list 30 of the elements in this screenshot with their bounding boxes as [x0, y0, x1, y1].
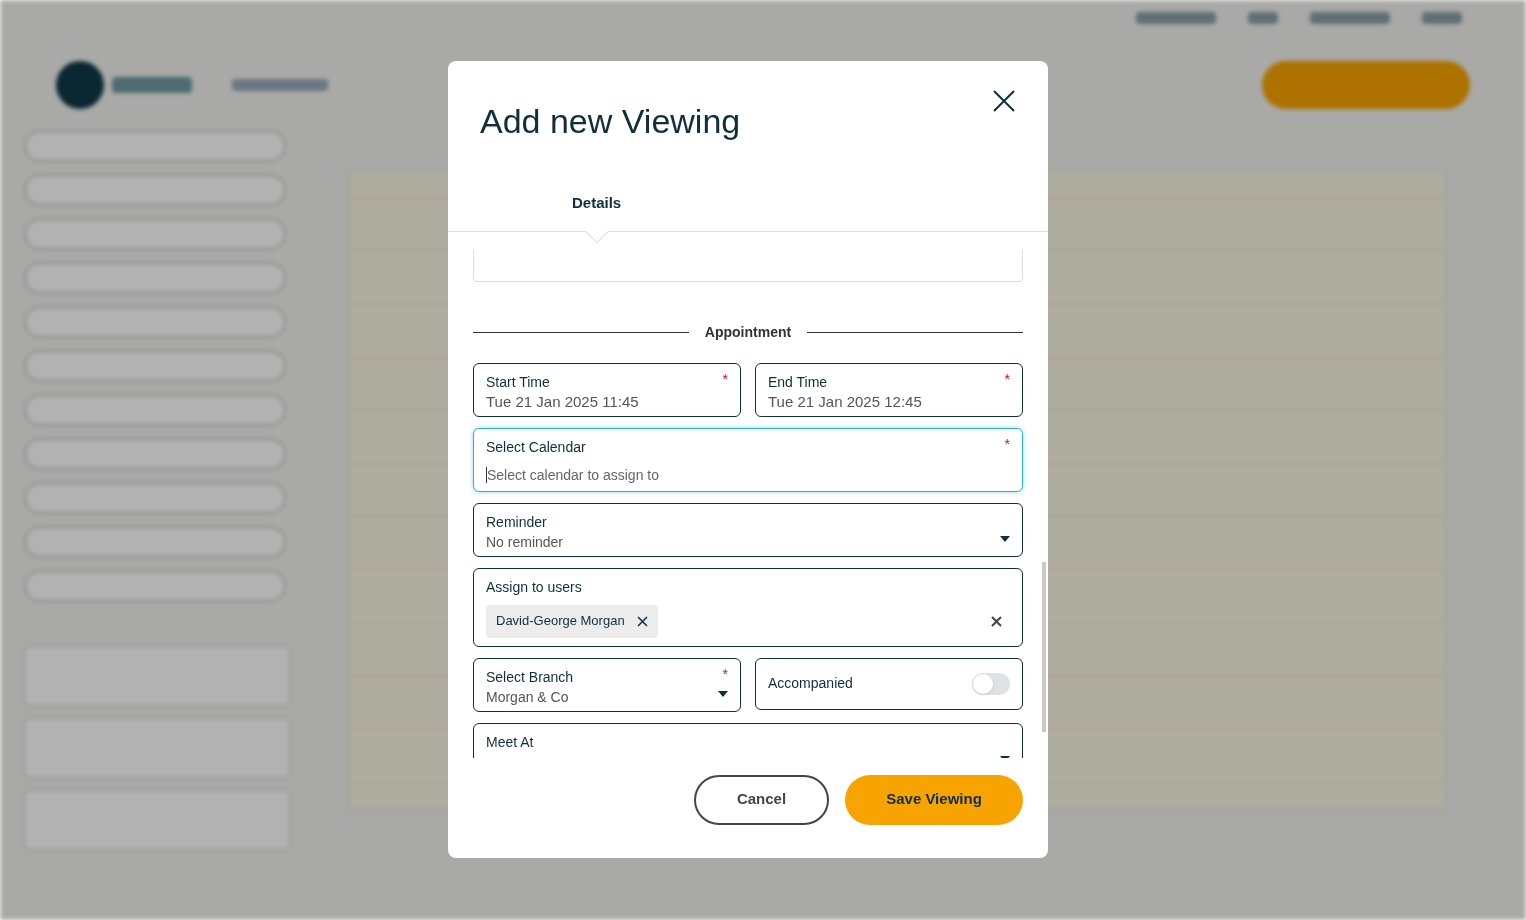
section-heading: Appointment	[704, 322, 792, 342]
field-value: Tue 21 Jan 2025 11:45	[486, 391, 639, 412]
field-label: Assign to users	[486, 577, 583, 597]
tab[interactable]: Details	[548, 192, 646, 231]
field-label: Select Branch	[486, 667, 574, 687]
select-field[interactable]: Reminder No reminder	[473, 502, 1023, 557]
date-time-field[interactable]: End Time * Tue 21 Jan 2025 12:45	[755, 362, 1023, 417]
field-label: End Time	[768, 372, 828, 392]
select-field[interactable]: Select Calendar * Select calendar to assign to	[473, 427, 1023, 492]
field-label: Meet At	[486, 732, 534, 752]
field-label: Start Time	[486, 372, 550, 392]
calendar-search-input[interactable]: Select calendar to assign to	[487, 464, 1010, 486]
select-field[interactable]: Meet At	[473, 722, 1023, 758]
required-mark: *	[1004, 436, 1010, 451]
date-time-field[interactable]: Start Time * Tue 21 Jan 2025 11:45	[473, 362, 741, 417]
user-name: David-George Morgan	[496, 612, 625, 631]
cancel-button[interactable]: Cancel	[694, 774, 829, 825]
field-value: Tue 21 Jan 2025 12:45	[768, 391, 922, 412]
required-mark: *	[1004, 371, 1010, 386]
save-button[interactable]: Save Viewing	[845, 774, 1023, 825]
required-mark: *	[722, 666, 728, 681]
required-mark: *	[722, 371, 728, 386]
field-value: Morgan & Co	[486, 687, 569, 707]
assign-users-field[interactable]: Assign to users David-George Morgan	[473, 567, 1023, 647]
dialog-title: Add new Viewing	[480, 101, 741, 141]
field-label: Reminder	[486, 512, 547, 532]
field-value: No reminder	[486, 532, 564, 552]
field-label: Accompanied	[768, 674, 853, 693]
field-label: Select Calendar	[486, 437, 586, 457]
select-field[interactable]: Select Branch * Morgan & Co	[473, 657, 741, 712]
